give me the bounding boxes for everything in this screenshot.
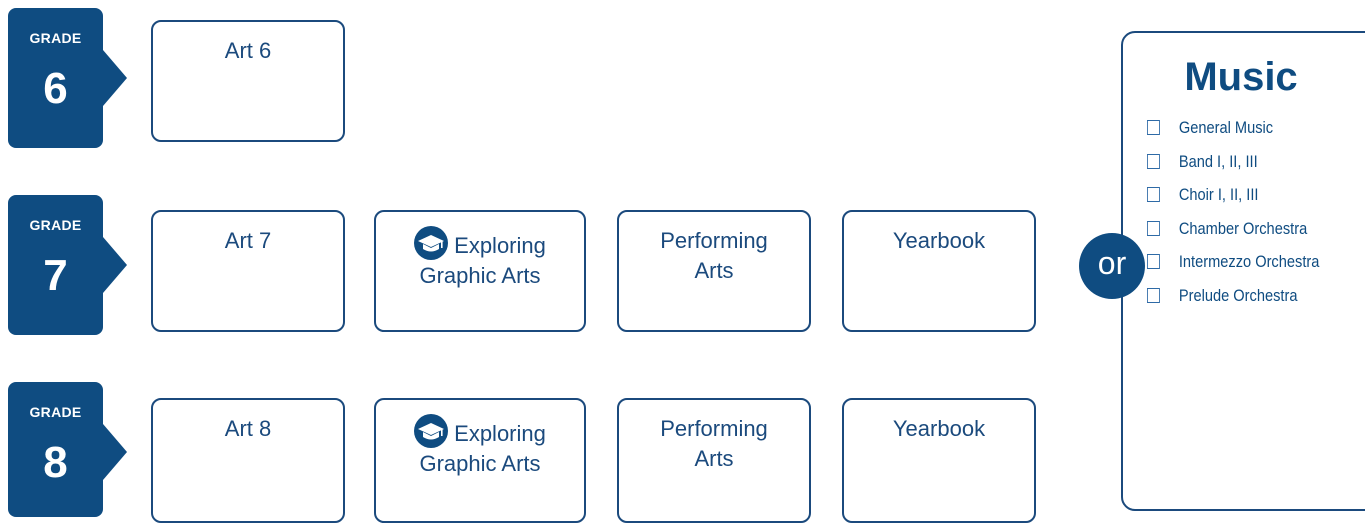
checkbox-icon: [1147, 220, 1160, 236]
checkbox-icon: [1147, 254, 1160, 269]
course-yearbook-7: Yearbook: [842, 210, 1036, 332]
grade-number: 6: [43, 64, 68, 113]
music-item: Prelude Orchestra: [1147, 286, 1319, 320]
course-label-line1: Exploring: [454, 233, 546, 258]
music-item: Intermezzo Orchestra: [1147, 252, 1319, 286]
grade-label: GRADE: [29, 217, 82, 233]
music-item-label: Chamber Orchestra: [1178, 218, 1308, 238]
music-panel: Music General Music Band I, II, III Choi…: [1121, 31, 1365, 511]
course-art-6: Art 6: [151, 20, 345, 142]
or-connector: or: [1079, 233, 1145, 299]
course-label: Yearbook: [892, 228, 986, 253]
grade-6-badge: GRADE 6: [8, 8, 127, 148]
grade-label: GRADE: [29, 404, 82, 420]
course-label: Art 8: [224, 416, 272, 441]
music-list: General Music Band I, II, III Choir I, I…: [1147, 118, 1347, 319]
grade-label: GRADE: [29, 30, 82, 46]
checkbox-icon: [1147, 287, 1160, 303]
music-item-label: Prelude Orchestra: [1178, 285, 1298, 305]
course-label-line1: Exploring: [454, 421, 546, 446]
grade-number: 8: [43, 438, 68, 487]
course-label: Art 6: [224, 38, 272, 63]
course-label: Art 7: [224, 228, 272, 253]
course-label-line1: Performing: [660, 416, 768, 441]
music-item-label: Choir I, II, III: [1178, 185, 1259, 204]
grade-7-badge: GRADE 7: [8, 195, 127, 335]
course-label-line2: Graphic Arts: [419, 263, 541, 288]
course-performing-arts-8: Performing Arts: [617, 398, 811, 523]
music-item-label: Intermezzo Orchestra: [1178, 252, 1320, 271]
graduation-cap-icon: [414, 226, 449, 260]
music-item: General Music: [1147, 118, 1319, 152]
music-item: Choir I, II, III: [1147, 185, 1319, 219]
course-label-line1: Performing: [660, 228, 768, 253]
music-item: Chamber Orchestra: [1147, 219, 1319, 253]
grade-8-badge: GRADE 8: [8, 382, 127, 517]
music-item-label: Band I, II, III: [1178, 151, 1258, 171]
music-item: Band I, II, III: [1147, 152, 1319, 186]
checkbox-icon: [1147, 120, 1160, 135]
grade-number: 7: [43, 251, 68, 300]
music-title: Music: [1184, 55, 1298, 99]
course-label-line2: Arts: [694, 446, 734, 471]
course-label-line2: Graphic Arts: [419, 451, 541, 476]
checkbox-icon: [1147, 187, 1160, 202]
course-art-8: Art 8: [151, 398, 345, 523]
course-art-7: Art 7: [151, 210, 345, 332]
course-exploring-graphic-arts-7: Exploring Graphic Arts: [374, 210, 586, 332]
course-label-line2: Arts: [694, 258, 734, 283]
graduation-cap-icon: [414, 414, 449, 448]
course-label: Yearbook: [892, 416, 986, 441]
course-exploring-graphic-arts-8: Exploring Graphic Arts: [374, 398, 586, 523]
course-yearbook-8: Yearbook: [842, 398, 1036, 523]
music-item-label: General Music: [1178, 118, 1274, 137]
checkbox-icon: [1147, 153, 1160, 169]
course-performing-arts-7: Performing Arts: [617, 210, 811, 332]
